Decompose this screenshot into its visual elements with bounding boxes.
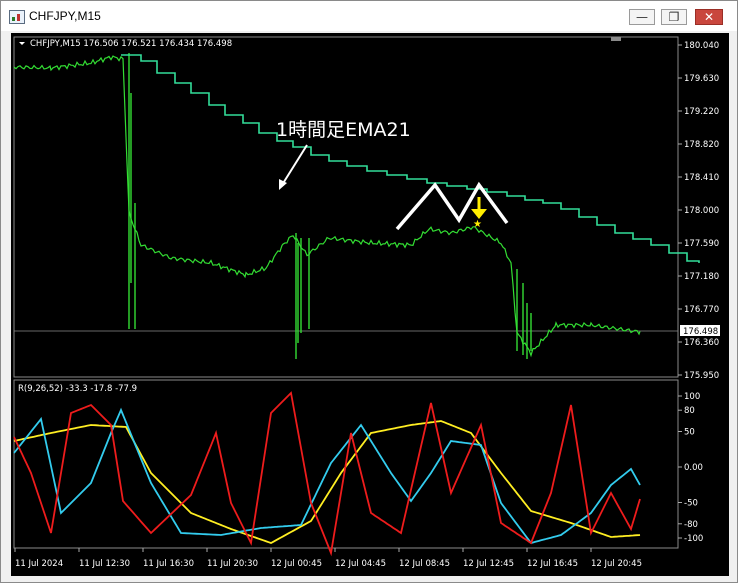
time-tick-label: 12 Jul 12:45 — [463, 559, 514, 569]
chart-area[interactable]: CHFJPY,M15 176.506 176.521 176.434 176.4… — [11, 33, 729, 576]
price-tick-label: 179.220 — [684, 107, 719, 117]
oscillator-tick-label: 50 — [684, 428, 695, 438]
signal-star-icon: ★ — [473, 219, 482, 230]
title-bar[interactable]: CHFJPY,M15 — ❐ ✕ — [1, 1, 737, 31]
time-tick-label: 11 Jul 20:30 — [207, 559, 258, 569]
price-tick-label: 176.770 — [684, 305, 719, 315]
price-tick-label: 180.040 — [684, 41, 719, 51]
price-tick-label: 179.630 — [684, 74, 719, 84]
chart-canvas[interactable]: CHFJPY,M15 176.506 176.521 176.434 176.4… — [11, 33, 729, 576]
chart-shift-marker — [611, 37, 621, 41]
oscillator-tick-label: -80 — [684, 520, 698, 530]
oscillator-tick-label: 80 — [684, 406, 695, 416]
oscillator-mid-line — [13, 407, 641, 545]
price-tick-label: 178.820 — [684, 140, 719, 150]
window-title: CHFJPY,M15 — [29, 9, 101, 23]
time-tick-label: 11 Jul 2024 — [15, 559, 63, 569]
annotation-arrow — [281, 144, 308, 186]
price-tick-label: 177.590 — [684, 239, 719, 249]
price-tick-label: 177.180 — [684, 272, 719, 282]
main-chart-header: CHFJPY,M15 176.506 176.521 176.434 176.4… — [30, 39, 232, 49]
chart-window-icon — [9, 10, 25, 24]
chart-window: CHFJPY,M15 — ❐ ✕ CHFJPY,M15 176.506 176.… — [0, 0, 738, 583]
time-tick-label: 11 Jul 12:30 — [79, 559, 130, 569]
time-tick-label: 12 Jul 20:45 — [591, 559, 642, 569]
oscillator-tick-label: 100 — [684, 392, 700, 402]
time-tick-label: 12 Jul 16:45 — [527, 559, 578, 569]
close-button[interactable]: ✕ — [695, 9, 723, 25]
time-tick-label: 12 Jul 04:45 — [335, 559, 386, 569]
restore-button[interactable]: ❐ — [661, 9, 687, 25]
oscillator-tick-label: -100 — [684, 534, 703, 544]
price-tick-label: 178.410 — [684, 173, 719, 183]
minimize-icon: — — [636, 10, 648, 24]
oscillator-tick-label: -50 — [684, 499, 698, 509]
minimize-button[interactable]: — — [629, 9, 655, 25]
time-tick-label: 12 Jul 08:45 — [399, 559, 450, 569]
oscillator-tick-label: 0.00 — [684, 463, 703, 473]
time-tick-label: 12 Jul 00:45 — [271, 559, 322, 569]
ema-annotation-label: 1時間足EMA21 — [276, 119, 411, 141]
price-tick-label: 176.360 — [684, 338, 719, 348]
price-series-line — [13, 55, 641, 358]
main-chart-frame — [13, 36, 679, 378]
restore-icon: ❐ — [668, 10, 680, 24]
price-tick-label: 175.950 — [684, 371, 719, 381]
time-tick-label: 11 Jul 16:30 — [143, 559, 194, 569]
close-icon: ✕ — [703, 10, 715, 24]
ema21-line — [121, 54, 700, 263]
current-price-label: 176.498 — [683, 327, 718, 337]
dropdown-triangle-icon[interactable] — [19, 42, 25, 45]
indicator-header: R(9,26,52) -33.3 -17.8 -77.9 — [18, 384, 137, 394]
price-tick-label: 178.000 — [684, 206, 719, 216]
yellow-down-arrow-icon — [471, 209, 487, 219]
